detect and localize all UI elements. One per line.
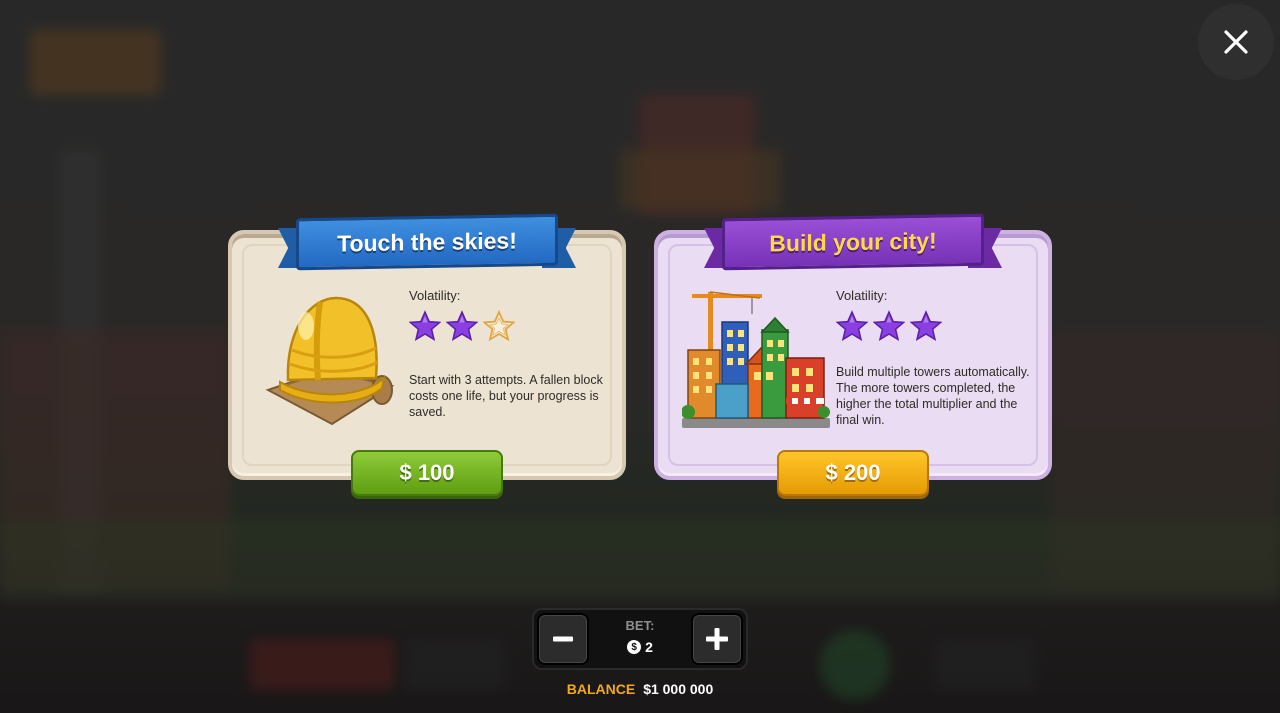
bet-value: 2 bbox=[645, 639, 653, 655]
mode-card-touch-the-skies[interactable]: Touch the skies! Volatility: Start with … bbox=[228, 213, 626, 480]
close-icon bbox=[1224, 30, 1248, 54]
increase-bet-button[interactable] bbox=[691, 613, 743, 665]
bet-control: BET: $ 2 bbox=[534, 610, 746, 668]
balance-display: BALANCE $1 000 000 bbox=[0, 681, 1280, 697]
card-title-ribbon: Touch the skies! bbox=[278, 213, 576, 271]
star-filled-icon bbox=[910, 310, 942, 341]
star-filled-icon bbox=[836, 310, 868, 341]
hard-hat-icon bbox=[265, 296, 395, 426]
card-title-ribbon: Build your city! bbox=[704, 213, 1002, 271]
bet-value-row: $ 2 bbox=[592, 639, 688, 655]
mode-card-build-your-city[interactable]: Build your city! Volatility: Build multi… bbox=[654, 213, 1052, 480]
buy-build-your-city-button[interactable]: $ 200 bbox=[777, 450, 929, 496]
star-empty-icon bbox=[483, 310, 515, 342]
city-buildings-icon bbox=[682, 291, 830, 428]
card-title: Build your city! bbox=[722, 213, 984, 271]
mode-description: Build multiple towers automatically. The… bbox=[836, 365, 1030, 427]
volatility-stars bbox=[409, 310, 515, 342]
overlay-shade bbox=[0, 0, 1280, 713]
volatility-label: Volatility: bbox=[836, 288, 888, 303]
minus-icon bbox=[553, 636, 573, 642]
balance-value: $1 000 000 bbox=[643, 681, 714, 697]
mode-description: Start with 3 attempts. A fallen block co… bbox=[409, 373, 603, 419]
volatility-label: Volatility: bbox=[409, 288, 461, 303]
decrease-bet-button[interactable] bbox=[537, 613, 589, 665]
dollar-coin-icon: $ bbox=[627, 640, 642, 654]
plus-icon bbox=[706, 628, 728, 650]
volatility-stars bbox=[836, 310, 942, 342]
close-button[interactable] bbox=[1198, 4, 1274, 80]
bet-label: BET: bbox=[625, 618, 655, 633]
balance-label: BALANCE bbox=[566, 681, 636, 697]
buy-touch-the-skies-button[interactable]: $ 100 bbox=[351, 450, 503, 496]
card-title: Touch the skies! bbox=[296, 213, 558, 271]
star-filled-icon bbox=[446, 310, 478, 341]
star-filled-icon bbox=[873, 310, 905, 341]
star-filled-icon bbox=[409, 310, 441, 341]
